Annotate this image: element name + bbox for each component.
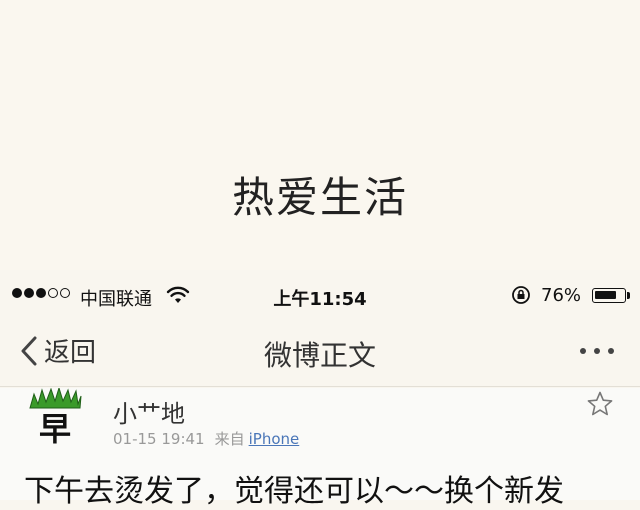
battery-percent: 76% [541,285,582,306]
more-dot [608,348,614,354]
star-icon[interactable] [586,390,614,418]
battery-tip [627,292,630,299]
more-dot [594,348,600,354]
navigation-bar: 返回 微博正文 [0,318,640,384]
more-options-icon[interactable] [580,348,614,354]
source-link[interactable]: iPhone [249,430,300,448]
avatar-char: 早 [38,410,71,448]
banner: 热爱生活 [0,0,640,270]
battery-fill [595,291,616,299]
divider [0,386,640,387]
rotation-lock-icon [512,286,530,304]
avatar[interactable]: 早 [28,388,82,448]
weibo-post: 早 小艹地 01-15 19:41 来自 iPhone 下午去烫发了，觉得还可以～～… [0,388,640,509]
banner-title: 热爱生活 [231,173,408,222]
post-meta: 01-15 19:41 来自 iPhone [113,428,299,449]
post-text: 下午去烫发了，觉得还可以～～换个新发 [24,474,564,509]
username[interactable]: 小艹地 [113,394,185,429]
more-dot [580,348,586,354]
page-title: 微博正文 [263,339,376,372]
post-timestamp: 01-15 19:41 [113,430,205,448]
source-label: 来自 [214,430,245,448]
status-bar: 中国联通 上午11:54 76% [0,279,640,313]
battery-icon [592,288,626,303]
